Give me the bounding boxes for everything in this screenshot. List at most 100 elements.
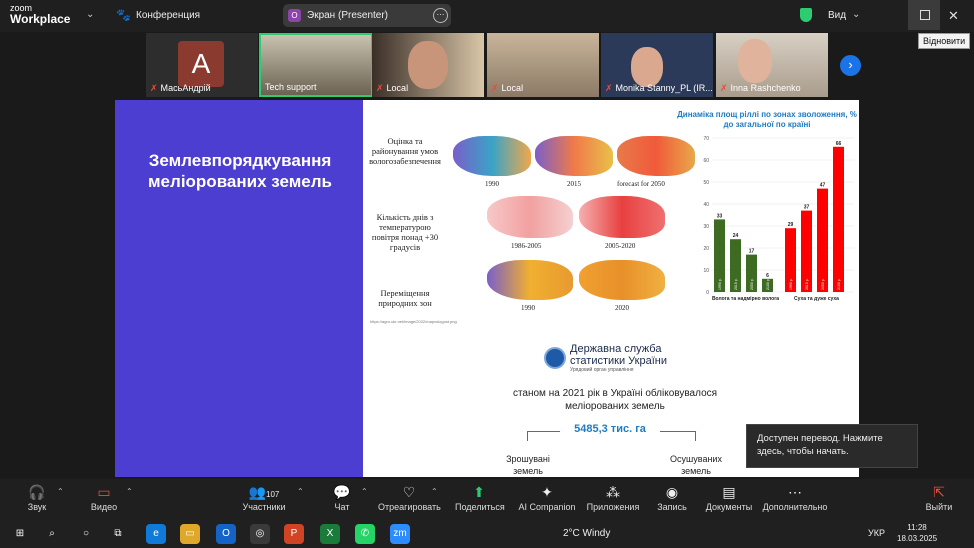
chart-bar: [817, 188, 828, 292]
data-label: 47: [820, 183, 826, 189]
data-label: 29: [788, 222, 794, 228]
sound-label: Звук: [27, 502, 47, 512]
record-label: Запись: [657, 502, 687, 512]
video-off-icon: ▭: [97, 484, 111, 500]
sound-button[interactable]: 🎧 Звук: [22, 482, 52, 512]
more-icon[interactable]: ⋯: [433, 8, 448, 23]
chevron-up-icon[interactable]: ⌃: [431, 487, 438, 496]
video-button[interactable]: ▭ Видео: [88, 482, 120, 512]
y-tick-label: 60: [703, 158, 709, 164]
mic-muted-icon: ✗: [491, 83, 499, 93]
presenter-avatar-icon: O: [288, 9, 301, 22]
file-explorer-icon[interactable]: ▭: [180, 524, 200, 544]
outlook-icon[interactable]: O: [216, 524, 236, 544]
participants-count: 107: [266, 490, 280, 499]
participant-tile[interactable]: ✗ Monika Stanny_PL (IR...: [601, 33, 713, 97]
chevron-down-icon[interactable]: ⌄: [852, 9, 860, 20]
stat-text: станом на 2021 рік в Україні обліковувал…: [512, 388, 718, 412]
chevron-down-icon[interactable]: ⌄: [86, 9, 94, 20]
y-tick-label: 30: [703, 224, 709, 230]
zoom-logo: zoom Workplace: [10, 4, 70, 26]
stat-org-name: Державна служба статистики України: [570, 343, 667, 367]
task-view-icon[interactable]: ⧉: [108, 524, 128, 544]
category-label: 2050 р.: [821, 278, 825, 290]
conference-label[interactable]: Конференция: [136, 10, 200, 21]
weather-widget[interactable]: 2°C Windy: [563, 528, 610, 539]
participant-name: Local: [501, 83, 524, 93]
category-label: 2050 р.: [750, 278, 754, 290]
irrigated-label: Зрошувані земель: [506, 454, 550, 476]
powerpoint-icon[interactable]: P: [284, 524, 304, 544]
record-button[interactable]: ◉ Запись: [656, 482, 688, 512]
group-label: Суха та дуже суха: [794, 296, 839, 302]
language-indicator[interactable]: УКР: [868, 528, 885, 538]
participant-name: Inna Rashchenko: [730, 83, 801, 93]
next-page-button[interactable]: ›: [840, 55, 861, 76]
participant-video: [408, 41, 448, 89]
cortana-icon[interactable]: ○: [76, 524, 96, 544]
big-value: 5485,3 тис. га: [560, 423, 660, 435]
translate-tooltip[interactable]: Доступен перевод. Нажмите здесь, чтобы н…: [746, 424, 918, 468]
ai-companion-button[interactable]: ✦ AI Companion: [518, 482, 576, 512]
zoom-taskbar-icon[interactable]: zm: [390, 524, 410, 544]
data-label: 33: [717, 213, 723, 219]
map-hot-days-1986: [487, 196, 573, 238]
documents-button[interactable]: ▤ Документы: [705, 482, 753, 512]
category-label: 2015 р.: [805, 278, 809, 290]
chat-button[interactable]: 💬 Чат: [330, 482, 354, 512]
category-label: 2100 р.: [837, 278, 841, 290]
y-tick-label: 70: [703, 136, 709, 142]
chevron-up-icon[interactable]: ⌃: [297, 487, 304, 496]
chrome-icon[interactable]: ◎: [250, 524, 270, 544]
arrow-right: [695, 431, 696, 441]
restore-icon: [920, 10, 930, 20]
stat-org-subtitle: Урядовий орган управління: [570, 367, 634, 373]
edge-icon[interactable]: e: [146, 524, 166, 544]
share-button[interactable]: ⬆ Поделиться: [455, 482, 505, 512]
leave-label: Выйти: [925, 502, 953, 512]
clock[interactable]: 11:28 18.03.2025: [897, 522, 937, 544]
participants-button[interactable]: 👥107 Участники: [240, 482, 288, 512]
category-label: 2100 р.: [766, 278, 770, 290]
year-label: forecast for 2050: [617, 180, 665, 188]
chevron-up-icon[interactable]: ⌃: [57, 487, 64, 496]
year-label: 1990: [485, 180, 499, 188]
participants-label: Участники: [242, 502, 286, 512]
search-icon[interactable]: ⌕: [42, 524, 62, 544]
windows-start-icon[interactable]: ⊞: [10, 524, 30, 544]
drained-label: Осушуваних земель: [670, 454, 722, 476]
participant-tile[interactable]: A ✗ МасьАндрій: [146, 33, 258, 97]
view-button[interactable]: Вид: [828, 10, 846, 21]
chart-bar: [833, 146, 844, 292]
more-button[interactable]: ⋯ Дополнительно: [762, 482, 828, 512]
clock-time: 11:28: [907, 523, 927, 532]
whatsapp-icon[interactable]: ✆: [355, 524, 375, 544]
participant-tile[interactable]: ✗ Local: [487, 33, 599, 97]
apps-label: Приложения: [586, 502, 640, 512]
ai-label: AI Companion: [518, 502, 576, 512]
year-label: 2005-2020: [605, 242, 636, 250]
chat-icon: 💬: [333, 484, 351, 500]
data-label: 6: [766, 273, 769, 279]
group-label: Волога та надмірно волога: [712, 296, 779, 302]
mic-muted-icon: ✗: [150, 83, 158, 93]
participant-tile[interactable]: ✗ Inna Rashchenko: [716, 33, 828, 97]
docs-label: Документы: [705, 502, 753, 512]
chevron-up-icon[interactable]: ⌃: [361, 487, 368, 496]
close-icon[interactable]: ✕: [948, 8, 959, 24]
record-icon: ◉: [665, 484, 679, 500]
bar-chart: 0 10 20 30 40 50 60 70 33 1990 р. 24 2015 р. 17 2050 …: [703, 136, 854, 302]
leave-button[interactable]: ⇱ Выйти: [924, 482, 954, 512]
chevron-up-icon[interactable]: ⌃: [126, 487, 133, 496]
participant-tile[interactable]: Tech support: [259, 33, 373, 97]
mic-muted-icon: ✗: [605, 83, 613, 93]
year-label: 2020: [615, 304, 629, 312]
participant-tile[interactable]: ✗ Local: [372, 33, 484, 97]
apps-button[interactable]: ⁂ Приложения: [585, 482, 641, 512]
shield-icon[interactable]: [800, 8, 812, 22]
chart-title: Динаміка площ ріллі по зонах зволоження,…: [677, 110, 857, 129]
map-zones-2020: [579, 260, 665, 300]
maps-label-zones: Переміщення природних зон: [378, 288, 432, 308]
map-zones-1990: [487, 260, 573, 300]
excel-icon[interactable]: X: [320, 524, 340, 544]
